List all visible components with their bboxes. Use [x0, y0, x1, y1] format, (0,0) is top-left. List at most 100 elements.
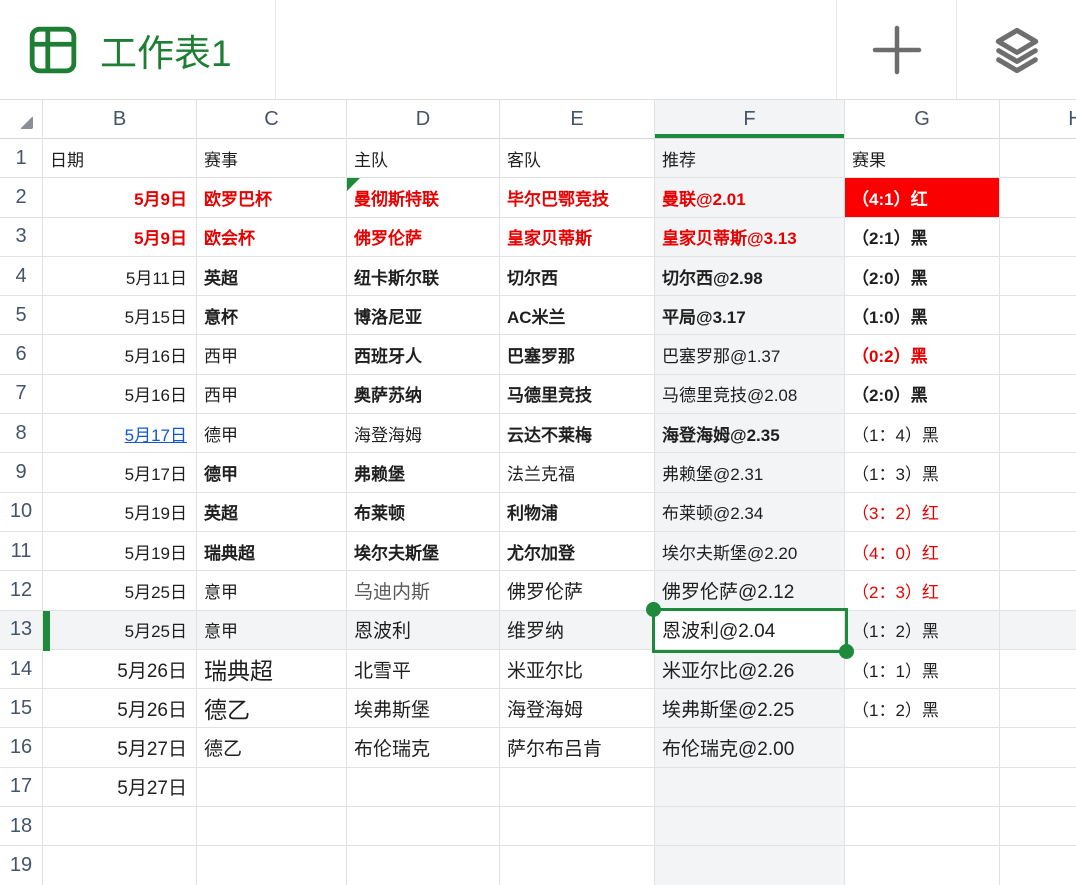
cell-E3[interactable]: 皇家贝蒂斯	[500, 218, 655, 257]
cell-C15[interactable]: 德乙	[197, 689, 347, 728]
row-header-7[interactable]: 7	[0, 375, 43, 414]
cell-H5[interactable]	[1000, 296, 1076, 335]
cell-D9[interactable]: 弗赖堡	[347, 453, 500, 492]
cell-H10[interactable]	[1000, 493, 1076, 532]
cell-B18[interactable]	[43, 807, 197, 846]
cell-C9[interactable]: 德甲	[197, 453, 347, 492]
cell-C4[interactable]: 英超	[197, 257, 347, 296]
cell-F14[interactable]: 米亚尔比@2.26	[655, 650, 845, 689]
cell-F17[interactable]	[655, 768, 845, 807]
cell-H3[interactable]	[1000, 218, 1076, 257]
cell-F7[interactable]: 马德里竞技@2.08	[655, 375, 845, 414]
cell-F4[interactable]: 切尔西@2.98	[655, 257, 845, 296]
cell-H14[interactable]	[1000, 650, 1076, 689]
cell-E13[interactable]: 维罗纳	[500, 611, 655, 650]
row-header-6[interactable]: 6	[0, 335, 43, 374]
cell-D5[interactable]: 博洛尼亚	[347, 296, 500, 335]
row-header-1[interactable]: 1	[0, 139, 43, 178]
cell-B10[interactable]: 5月19日	[43, 493, 197, 532]
row-header-18[interactable]: 18	[0, 807, 43, 846]
cell-F19[interactable]	[655, 846, 845, 885]
cell-E8[interactable]: 云达不莱梅	[500, 414, 655, 453]
cell-F12[interactable]: 佛罗伦萨@2.12	[655, 571, 845, 610]
cell-G13[interactable]: （1：2）黑	[845, 611, 1000, 650]
cell-B7[interactable]: 5月16日	[43, 375, 197, 414]
cell-D17[interactable]	[347, 768, 500, 807]
cell-H19[interactable]	[1000, 846, 1076, 885]
cell-B4[interactable]: 5月11日	[43, 257, 197, 296]
cell-C14[interactable]: 瑞典超	[197, 650, 347, 689]
cell-B16[interactable]: 5月27日	[43, 728, 197, 767]
cell-D2[interactable]: 曼彻斯特联	[347, 178, 500, 217]
cell-B9[interactable]: 5月17日	[43, 453, 197, 492]
cell-H2[interactable]	[1000, 178, 1076, 217]
cell-C13[interactable]: 意甲	[197, 611, 347, 650]
cell-F3[interactable]: 皇家贝蒂斯@3.13	[655, 218, 845, 257]
cell-H1[interactable]	[1000, 139, 1076, 178]
cell-H12[interactable]	[1000, 571, 1076, 610]
cell-E16[interactable]: 萨尔布吕肯	[500, 728, 655, 767]
cell-G12[interactable]: （2：3）红	[845, 571, 1000, 610]
cell-D8[interactable]: 海登海姆	[347, 414, 500, 453]
cell-F13[interactable]: 恩波利@2.04	[655, 611, 845, 650]
cell-D18[interactable]	[347, 807, 500, 846]
cell-B8[interactable]: 5月17日	[43, 414, 197, 453]
column-header-B[interactable]: B	[43, 100, 197, 139]
cell-G19[interactable]	[845, 846, 1000, 885]
cell-G2[interactable]: （4:1）红	[845, 178, 1000, 217]
cell-C11[interactable]: 瑞典超	[197, 532, 347, 571]
cell-B12[interactable]: 5月25日	[43, 571, 197, 610]
cell-G5[interactable]: （1:0）黑	[845, 296, 1000, 335]
cell-E4[interactable]: 切尔西	[500, 257, 655, 296]
cell-C12[interactable]: 意甲	[197, 571, 347, 610]
row-header-13[interactable]: 13	[0, 611, 43, 650]
cell-E9[interactable]: 法兰克福	[500, 453, 655, 492]
cell-G3[interactable]: （2:1）黑	[845, 218, 1000, 257]
cell-E17[interactable]	[500, 768, 655, 807]
row-header-15[interactable]: 15	[0, 689, 43, 728]
cell-H13[interactable]	[1000, 611, 1076, 650]
cell-F9[interactable]: 弗赖堡@2.31	[655, 453, 845, 492]
cell-H17[interactable]	[1000, 768, 1076, 807]
column-header-F[interactable]: F	[655, 100, 845, 139]
cell-G15[interactable]: （1：2）黑	[845, 689, 1000, 728]
cell-F11[interactable]: 埃尔夫斯堡@2.20	[655, 532, 845, 571]
cell-D11[interactable]: 埃尔夫斯堡	[347, 532, 500, 571]
cell-B15[interactable]: 5月26日	[43, 689, 197, 728]
cell-D4[interactable]: 纽卡斯尔联	[347, 257, 500, 296]
cell-F8[interactable]: 海登海姆@2.35	[655, 414, 845, 453]
cell-F15[interactable]: 埃弗斯堡@2.25	[655, 689, 845, 728]
cell-H7[interactable]	[1000, 375, 1076, 414]
cell-D19[interactable]	[347, 846, 500, 885]
cell-E14[interactable]: 米亚尔比	[500, 650, 655, 689]
cell-D13[interactable]: 恩波利	[347, 611, 500, 650]
cell-H11[interactable]	[1000, 532, 1076, 571]
row-header-19[interactable]: 19	[0, 846, 43, 885]
row-header-8[interactable]: 8	[0, 414, 43, 453]
cell-B6[interactable]: 5月16日	[43, 335, 197, 374]
cell-H8[interactable]	[1000, 414, 1076, 453]
cell-E5[interactable]: AC米兰	[500, 296, 655, 335]
cell-G10[interactable]: （3：2）红	[845, 493, 1000, 532]
cell-B5[interactable]: 5月15日	[43, 296, 197, 335]
cell-B1[interactable]: 日期	[43, 139, 197, 178]
cell-C19[interactable]	[197, 846, 347, 885]
row-header-10[interactable]: 10	[0, 493, 43, 532]
cell-F10[interactable]: 布莱顿@2.34	[655, 493, 845, 532]
cell-F2[interactable]: 曼联@2.01	[655, 178, 845, 217]
cell-C18[interactable]	[197, 807, 347, 846]
select-all-corner[interactable]	[0, 100, 43, 139]
cell-D6[interactable]: 西班牙人	[347, 335, 500, 374]
cell-C8[interactable]: 德甲	[197, 414, 347, 453]
cell-B13[interactable]: 5月25日	[43, 611, 197, 650]
cell-D15[interactable]: 埃弗斯堡	[347, 689, 500, 728]
sheets-menu-button[interactable]	[956, 0, 1076, 99]
cell-G14[interactable]: （1：1）黑	[845, 650, 1000, 689]
cell-G7[interactable]: （2:0）黑	[845, 375, 1000, 414]
column-header-H[interactable]: H	[1000, 100, 1076, 139]
cell-F5[interactable]: 平局@3.17	[655, 296, 845, 335]
row-header-12[interactable]: 12	[0, 571, 43, 610]
cell-C10[interactable]: 英超	[197, 493, 347, 532]
cell-E15[interactable]: 海登海姆	[500, 689, 655, 728]
row-header-16[interactable]: 16	[0, 728, 43, 767]
